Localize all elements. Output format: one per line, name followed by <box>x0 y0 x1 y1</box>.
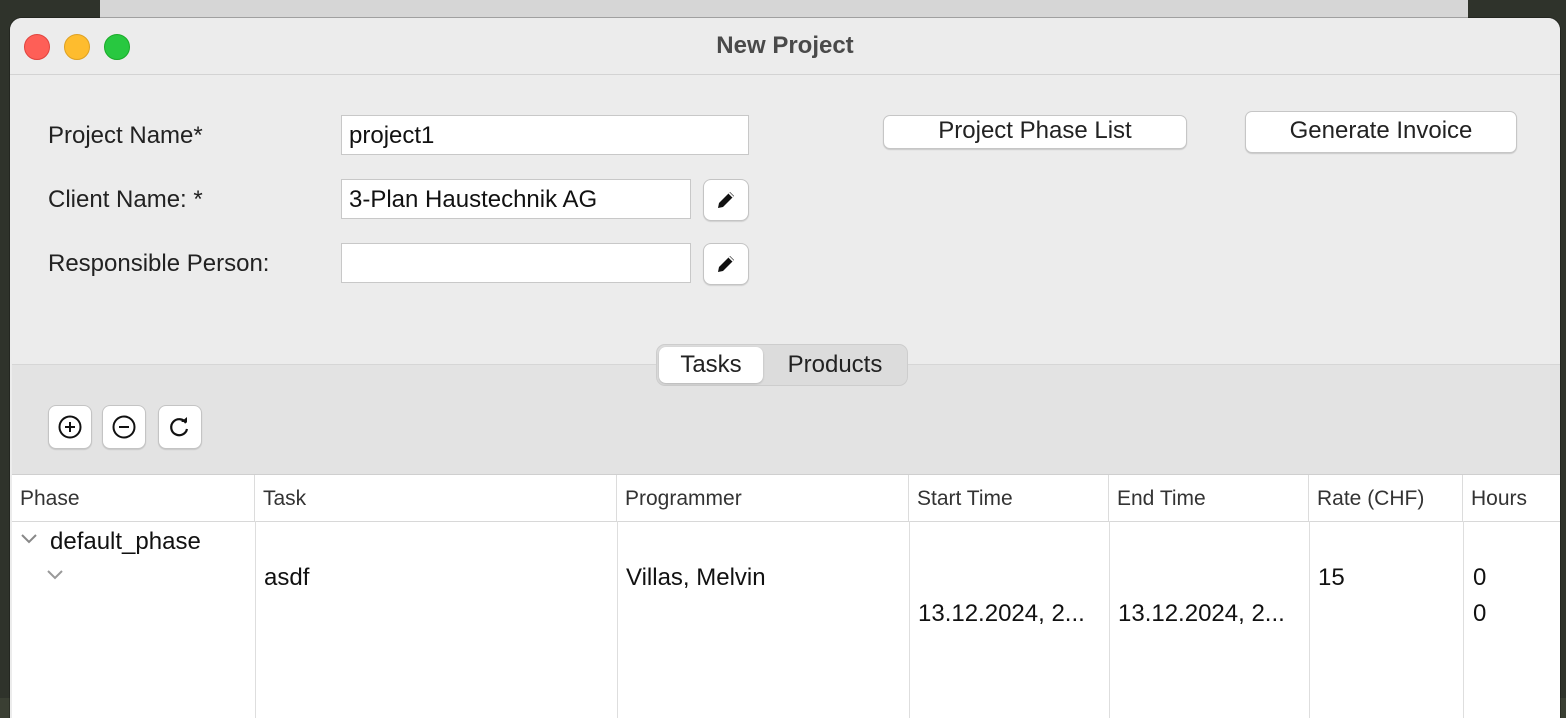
generate-invoice-button[interactable]: Generate Invoice <box>1245 111 1517 153</box>
column-header-programmer[interactable]: Programmer <box>617 475 909 521</box>
tab-tasks[interactable]: Tasks <box>659 347 763 383</box>
tab-control: Tasks Products <box>656 344 908 386</box>
task-name: asdf <box>264 564 310 591</box>
column-divider <box>617 521 618 718</box>
responsible-person-label: Responsible Person: <box>48 250 270 277</box>
tab-products[interactable]: Products <box>765 347 905 383</box>
hours-value: 0 <box>1473 564 1487 591</box>
remove-task-button[interactable] <box>102 405 146 449</box>
programmer-name: Villas, Melvin <box>626 564 766 591</box>
pencil-icon <box>718 192 734 208</box>
window-title: New Project <box>716 32 854 59</box>
add-task-button[interactable] <box>48 405 92 449</box>
refresh-button[interactable] <box>158 405 202 449</box>
chevron-down-icon[interactable] <box>46 569 64 581</box>
tasks-table: Phase Task Programmer Start Time End Tim… <box>12 474 1560 718</box>
new-project-window: New Project Project Name* project1 Clien… <box>10 18 1560 718</box>
table-header: Phase Task Programmer Start Time End Tim… <box>12 475 1560 522</box>
hours-subvalue: 0 <box>1473 600 1487 627</box>
column-header-rate[interactable]: Rate (CHF) <box>1309 475 1463 521</box>
column-header-task[interactable]: Task <box>255 475 617 521</box>
column-divider <box>1309 521 1310 718</box>
column-divider <box>255 521 256 718</box>
edit-client-button[interactable] <box>703 179 749 221</box>
pencil-icon <box>718 256 734 272</box>
phase-name: default_phase <box>50 528 201 555</box>
project-name-field[interactable]: project1 <box>341 115 749 155</box>
start-time: 13.12.2024, 2... <box>918 600 1085 627</box>
column-header-end-time[interactable]: End Time <box>1109 475 1309 521</box>
add-circle-icon <box>58 415 82 439</box>
project-phase-list-button[interactable]: Project Phase List <box>883 115 1187 149</box>
client-name-field[interactable]: 3-Plan Haustechnik AG <box>341 179 691 219</box>
title-bar: New Project <box>10 18 1560 75</box>
column-divider <box>1109 521 1110 718</box>
rate-value: 15 <box>1318 564 1345 591</box>
column-header-phase[interactable]: Phase <box>12 475 255 521</box>
chevron-down-icon[interactable] <box>20 533 38 545</box>
column-divider <box>1463 521 1464 718</box>
end-time: 13.12.2024, 2... <box>1118 600 1285 627</box>
refresh-icon <box>170 417 189 437</box>
remove-circle-icon <box>112 415 136 439</box>
column-divider <box>909 521 910 718</box>
project-name-label: Project Name* <box>48 122 203 149</box>
client-name-label: Client Name: * <box>48 186 203 213</box>
column-header-start-time[interactable]: Start Time <box>909 475 1109 521</box>
responsible-person-field[interactable] <box>341 243 691 283</box>
column-header-hours[interactable]: Hours <box>1463 475 1560 521</box>
edit-responsible-person-button[interactable] <box>703 243 749 285</box>
